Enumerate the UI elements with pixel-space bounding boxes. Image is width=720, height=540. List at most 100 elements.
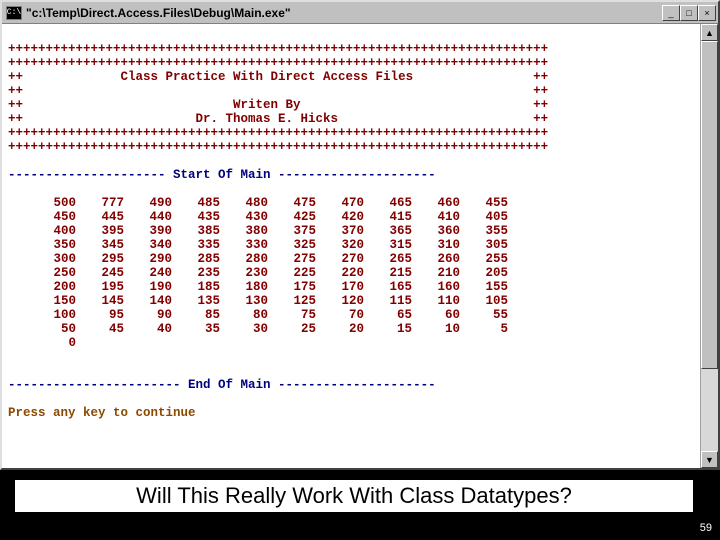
separator-end: ----------------------- End Of Main ----… xyxy=(8,378,436,392)
grid-cell: 40 xyxy=(124,322,172,336)
header-line-3: ++ Writen By ++ xyxy=(8,98,548,112)
grid-row: 300295290285280275270265260255 xyxy=(28,252,694,266)
grid-cell: 55 xyxy=(460,308,508,322)
grid-cell: 777 xyxy=(76,196,124,210)
page-number: 59 xyxy=(700,522,712,534)
grid-cell: 315 xyxy=(364,238,412,252)
grid-cell: 160 xyxy=(412,280,460,294)
grid-cell: 120 xyxy=(316,294,364,308)
grid-cell: 300 xyxy=(28,252,76,266)
window-controls: _ □ × xyxy=(662,5,716,21)
console-output: ++++++++++++++++++++++++++++++++++++++++… xyxy=(2,24,700,468)
grid-cell: 430 xyxy=(220,210,268,224)
header-line-2: ++ ++ xyxy=(8,84,548,98)
grid-cell: 90 xyxy=(124,308,172,322)
grid-cell: 350 xyxy=(28,238,76,252)
grid-cell: 475 xyxy=(268,196,316,210)
grid-row: 350345340335330325320315310305 xyxy=(28,238,694,252)
grid-cell: 335 xyxy=(172,238,220,252)
slide-caption: Will This Really Work With Class Datatyp… xyxy=(14,479,694,513)
grid-cell: 280 xyxy=(220,252,268,266)
grid-cell: 260 xyxy=(412,252,460,266)
grid-cell: 75 xyxy=(268,308,316,322)
close-button[interactable]: × xyxy=(698,5,716,21)
grid-row: 400395390385380375370365360355 xyxy=(28,224,694,238)
grid-cell xyxy=(220,336,268,350)
grid-cell: 485 xyxy=(172,196,220,210)
grid-row: 150145140135130125120115110105 xyxy=(28,294,694,308)
grid-cell: 245 xyxy=(76,266,124,280)
grid-cell xyxy=(460,336,508,350)
grid-cell xyxy=(316,336,364,350)
grid-row: 0 xyxy=(28,336,694,350)
grid-row: 250245240235230225220215210205 xyxy=(28,266,694,280)
grid-cell xyxy=(412,336,460,350)
grid-cell: 105 xyxy=(460,294,508,308)
grid-cell: 45 xyxy=(76,322,124,336)
header-border-bot1: ++++++++++++++++++++++++++++++++++++++++… xyxy=(8,126,548,140)
grid-cell: 450 xyxy=(28,210,76,224)
minimize-button[interactable]: _ xyxy=(662,5,680,21)
grid-cell: 295 xyxy=(76,252,124,266)
header-line-1: ++ Class Practice With Direct Access Fil… xyxy=(8,70,548,84)
grid-cell: 500 xyxy=(28,196,76,210)
grid-cell: 270 xyxy=(316,252,364,266)
grid-cell: 480 xyxy=(220,196,268,210)
grid-cell: 415 xyxy=(364,210,412,224)
grid-cell: 200 xyxy=(28,280,76,294)
grid-cell: 235 xyxy=(172,266,220,280)
grid-cell: 130 xyxy=(220,294,268,308)
cmd-icon: C:\ xyxy=(6,6,22,20)
grid-cell: 145 xyxy=(76,294,124,308)
grid-cell: 225 xyxy=(268,266,316,280)
grid-cell: 195 xyxy=(76,280,124,294)
grid-cell xyxy=(76,336,124,350)
vertical-scrollbar[interactable]: ▲ ▼ xyxy=(700,24,718,468)
grid-cell: 5 xyxy=(460,322,508,336)
grid-cell: 340 xyxy=(124,238,172,252)
grid-cell: 30 xyxy=(220,322,268,336)
grid-cell: 255 xyxy=(460,252,508,266)
grid-cell: 155 xyxy=(460,280,508,294)
grid-cell: 345 xyxy=(76,238,124,252)
grid-cell: 405 xyxy=(460,210,508,224)
titlebar: C:\ "c:\Temp\Direct.Access.Files\Debug\M… xyxy=(2,2,718,24)
grid-cell: 165 xyxy=(364,280,412,294)
grid-cell: 175 xyxy=(268,280,316,294)
grid-cell: 100 xyxy=(28,308,76,322)
grid-cell: 150 xyxy=(28,294,76,308)
grid-cell: 460 xyxy=(412,196,460,210)
grid-cell: 330 xyxy=(220,238,268,252)
header-line-4: ++ Dr. Thomas E. Hicks ++ xyxy=(8,112,548,126)
grid-cell: 215 xyxy=(364,266,412,280)
maximize-button[interactable]: □ xyxy=(680,5,698,21)
grid-cell xyxy=(172,336,220,350)
grid-cell: 85 xyxy=(172,308,220,322)
grid-cell: 445 xyxy=(76,210,124,224)
grid-row: 100 95 90 85 80 75 70 65 60 55 xyxy=(28,308,694,322)
grid-cell: 205 xyxy=(460,266,508,280)
grid-cell: 0 xyxy=(28,336,76,350)
grid-cell: 305 xyxy=(460,238,508,252)
grid-cell: 370 xyxy=(316,224,364,238)
grid-cell xyxy=(124,336,172,350)
grid-cell: 290 xyxy=(124,252,172,266)
press-any-key[interactable]: Press any key to continue xyxy=(8,406,196,420)
scroll-track[interactable] xyxy=(701,41,718,451)
scroll-thumb[interactable] xyxy=(701,41,718,369)
grid-cell: 400 xyxy=(28,224,76,238)
scroll-up-button[interactable]: ▲ xyxy=(701,24,718,41)
window-title: "c:\Temp\Direct.Access.Files\Debug\Main.… xyxy=(26,6,658,20)
grid-row: 50 45 40 35 30 25 20 15 10 5 xyxy=(28,322,694,336)
grid-cell: 230 xyxy=(220,266,268,280)
grid-cell: 240 xyxy=(124,266,172,280)
grid-cell: 385 xyxy=(172,224,220,238)
scroll-down-button[interactable]: ▼ xyxy=(701,451,718,468)
grid-cell: 440 xyxy=(124,210,172,224)
grid-cell: 395 xyxy=(76,224,124,238)
grid-cell: 210 xyxy=(412,266,460,280)
grid-cell: 70 xyxy=(316,308,364,322)
grid-cell: 190 xyxy=(124,280,172,294)
grid-cell: 110 xyxy=(412,294,460,308)
grid-cell: 265 xyxy=(364,252,412,266)
